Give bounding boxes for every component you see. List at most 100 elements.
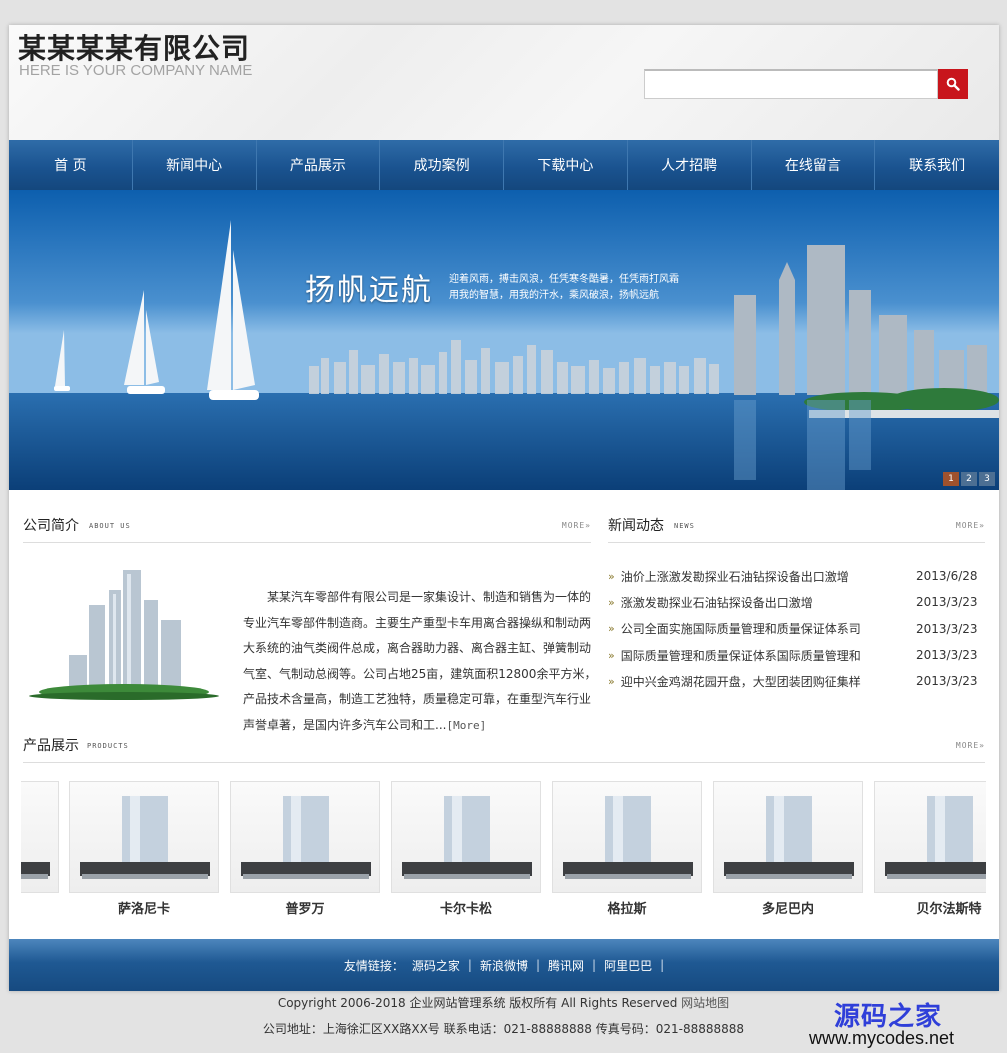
divider: |	[535, 958, 540, 972]
nav-products[interactable]: 产品展示	[257, 140, 381, 190]
company-name-en: HERE IS YOUR COMPANY NAME	[19, 62, 253, 79]
page-container: 某某某某有限公司 HERE IS YOUR COMPANY NAME 首 页 新…	[9, 25, 999, 991]
banner-title: 扬帆远航	[305, 273, 433, 308]
sitemap-link[interactable]: 网站地图	[681, 996, 729, 1010]
product-card[interactable]: 萨洛尼卡	[69, 781, 219, 917]
about-title-en: ABOUT US	[89, 522, 131, 530]
product-image[interactable]	[230, 781, 380, 893]
bullet-icon: »	[608, 674, 615, 688]
divider: |	[467, 958, 472, 972]
product-image[interactable]	[391, 781, 541, 893]
about-more-link[interactable]: MORE»	[562, 521, 591, 530]
banner-pager: 1 2 3	[943, 472, 995, 486]
bullet-icon: »	[608, 569, 615, 583]
divider: |	[660, 958, 665, 972]
news-item-title[interactable]: 油价上涨激发勘探业石油钻探设备出口激增	[621, 568, 916, 585]
product-name[interactable]: 萨洛尼卡	[69, 898, 219, 917]
product-card[interactable]: 格拉斯	[552, 781, 702, 917]
news-item-date: 2013/3/23	[916, 595, 978, 610]
nav-cases[interactable]: 成功案例	[380, 140, 504, 190]
divider: |	[592, 958, 597, 972]
news-item-title[interactable]: 迎中兴金鸡湖花园开盘，大型团装团购征集样	[621, 673, 916, 690]
about-title: 公司简介	[23, 518, 79, 534]
about-text: 某某汽车零部件有限公司是一家集设计、制造和销售为一体的专业汽车零部件制造商。主要…	[243, 585, 599, 738]
banner-subtitle-2: 用我的智慧，用我的汗水，乘风破浪，扬帆远航	[449, 290, 659, 301]
nav-home[interactable]: 首 页	[9, 140, 133, 190]
news-list: » 油价上涨激发勘探业石油钻探设备出口激增 2013/6/28 » 涨激发勘探业…	[608, 563, 978, 694]
news-item-title[interactable]: 涨激发勘探业石油钻探设备出口激增	[621, 594, 916, 611]
products-title-en: PRODUCTS	[87, 742, 129, 750]
bullet-icon: »	[608, 648, 615, 662]
product-card[interactable]	[21, 781, 59, 893]
product-card[interactable]: 多尼巴内	[713, 781, 863, 917]
news-item[interactable]: » 公司全面实施国际质量管理和质量保证体系司 2013/3/23	[608, 616, 978, 642]
company-name-cn[interactable]: 某某某某有限公司	[18, 27, 250, 67]
product-image[interactable]	[874, 781, 986, 893]
products-title: 产品展示	[23, 738, 79, 754]
product-image[interactable]	[69, 781, 219, 893]
product-image[interactable]	[21, 781, 59, 893]
banner-image	[9, 190, 999, 490]
news-item-date: 2013/6/28	[916, 569, 978, 584]
nav-contact[interactable]: 联系我们	[875, 140, 999, 190]
news-item-title[interactable]: 国际质量管理和质量保证体系国际质量管理和	[621, 647, 916, 664]
product-card[interactable]: 卡尔卡松	[391, 781, 541, 917]
news-item[interactable]: » 涨激发勘探业石油钻探设备出口激增 2013/3/23	[608, 589, 978, 615]
friend-links-label: 友情链接：	[343, 958, 404, 973]
news-title-en: NEWS	[674, 522, 695, 530]
banner-subtitle-1: 迎着风雨，搏击风浪，任凭寒冬酷暑，任凭雨打风霜	[449, 274, 679, 285]
main-nav: 首 页 新闻中心 产品展示 成功案例 下载中心 人才招聘 在线留言 联系我们	[9, 140, 999, 190]
bullet-icon: »	[608, 595, 615, 609]
banner-page-1[interactable]: 1	[943, 472, 959, 486]
product-name[interactable]: 多尼巴内	[713, 898, 863, 917]
about-body: 某某汽车零部件有限公司是一家集设计、制造和销售为一体的专业汽车零部件制造商。主要…	[243, 590, 597, 732]
friend-link[interactable]: 腾讯网	[548, 957, 584, 974]
banner-page-2[interactable]: 2	[961, 472, 977, 486]
news-item-date: 2013/3/23	[916, 674, 978, 689]
product-name[interactable]: 格拉斯	[552, 898, 702, 917]
news-more-link[interactable]: MORE»	[956, 521, 985, 530]
header: 某某某某有限公司 HERE IS YOUR COMPANY NAME	[9, 25, 999, 140]
about-section-header: 公司简介 ABOUT US MORE»	[23, 513, 591, 543]
news-item-title[interactable]: 公司全面实施国际质量管理和质量保证体系司	[621, 620, 916, 637]
hero-banner[interactable]: 扬帆远航 迎着风雨，搏击风浪，任凭寒冬酷暑，任凭雨打风霜 用我的智慧，用我的汗水…	[9, 190, 999, 490]
search-button[interactable]	[938, 69, 968, 99]
product-card[interactable]: 贝尔法斯特	[874, 781, 986, 917]
news-item[interactable]: » 国际质量管理和质量保证体系国际质量管理和 2013/3/23	[608, 642, 978, 668]
friend-links-bar: 友情链接： 源码之家 | 新浪微博 | 腾讯网 | 阿里巴巴 |	[9, 939, 999, 991]
nav-downloads[interactable]: 下载中心	[504, 140, 628, 190]
banner-page-3[interactable]: 3	[979, 472, 995, 486]
range-hood-icon	[724, 796, 854, 879]
range-hood-icon	[241, 796, 371, 879]
products-more-link[interactable]: MORE»	[956, 741, 985, 750]
product-name[interactable]: 普罗万	[230, 898, 380, 917]
news-section-header: 新闻动态 NEWS MORE»	[608, 513, 985, 543]
friend-link[interactable]: 新浪微博	[480, 957, 528, 974]
about-building-image	[29, 570, 219, 700]
watermark-url: www.mycodes.net	[809, 1028, 955, 1048]
news-title: 新闻动态	[608, 518, 664, 534]
copyright-text: Copyright 2006-2018 企业网站管理系统 版权所有 All Ri…	[277, 996, 678, 1010]
search-input[interactable]	[644, 69, 938, 99]
products-section-header: 产品展示 PRODUCTS MORE»	[23, 733, 985, 763]
range-hood-icon	[402, 796, 532, 879]
news-item[interactable]: » 迎中兴金鸡湖花园开盘，大型团装团购征集样 2013/3/23	[608, 668, 978, 694]
product-name[interactable]: 贝尔法斯特	[874, 898, 986, 917]
nav-jobs[interactable]: 人才招聘	[628, 140, 752, 190]
news-item[interactable]: » 油价上涨激发勘探业石油钻探设备出口激增 2013/6/28	[608, 563, 978, 589]
product-card[interactable]: 普罗万	[230, 781, 380, 917]
product-image[interactable]	[713, 781, 863, 893]
bullet-icon: »	[608, 622, 615, 636]
product-name[interactable]: 卡尔卡松	[391, 898, 541, 917]
nav-news[interactable]: 新闻中心	[133, 140, 257, 190]
product-image[interactable]	[552, 781, 702, 893]
range-hood-icon	[885, 796, 986, 879]
friend-link[interactable]: 阿里巴巴	[604, 957, 652, 974]
range-hood-icon	[21, 862, 50, 879]
search-icon	[946, 77, 960, 91]
range-hood-icon	[80, 796, 210, 879]
nav-message[interactable]: 在线留言	[752, 140, 876, 190]
about-read-more-link[interactable]: [More]	[446, 719, 486, 732]
range-hood-icon	[563, 796, 693, 879]
friend-link[interactable]: 源码之家	[412, 957, 460, 974]
